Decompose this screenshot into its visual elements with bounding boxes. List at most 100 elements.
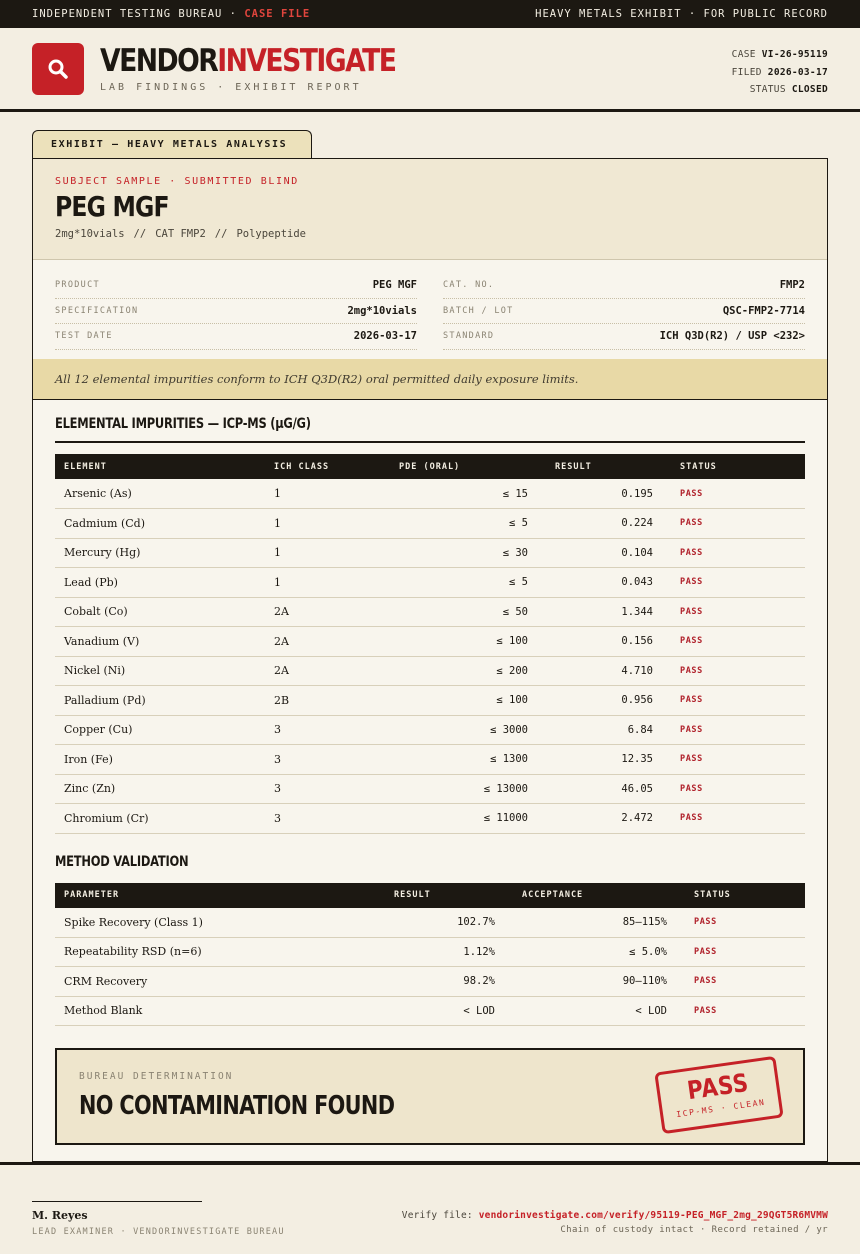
ich-class-cell: 1	[265, 538, 390, 568]
field-value: ICH Q3D(R2) / USP <232>	[659, 330, 805, 343]
ich-class-cell: 1	[265, 567, 390, 598]
status-badge: PASS	[685, 907, 805, 938]
top-bar: INDEPENDENT TESTING BUREAU · CASE FILE H…	[0, 0, 860, 28]
parameter-cell: Spike Recovery (Class 1)	[55, 907, 385, 938]
pde-cell: ≤ 50	[390, 597, 546, 627]
examiner-role: LEAD EXAMINER · VENDORINVESTIGATE BUREAU	[32, 1227, 285, 1237]
col-acceptance: ACCEPTANCE	[522, 890, 584, 900]
result-cell: 98.2%	[385, 966, 513, 997]
table-row: Zinc (Zn) 3 ≤ 13000 46.05 PASS	[55, 774, 805, 804]
validation-table: PARAMETER RESULT ACCEPTANCE STATUS Spike…	[55, 882, 805, 1027]
field-row: SPECIFICATION 2mg*10vials	[55, 299, 417, 324]
status-badge: PASS	[685, 966, 805, 997]
result-cell: 0.156	[546, 626, 671, 657]
col-val-status: STATUS	[694, 890, 731, 900]
result-cell: 6.84	[546, 715, 671, 745]
table-row: Cobalt (Co) 2A ≤ 50 1.344 PASS	[55, 597, 805, 627]
result-cell: 0.224	[546, 508, 671, 539]
field-value: 2mg*10vials	[347, 304, 417, 317]
exhibit-tab: EXHIBIT — HEAVY METALS ANALYSIS	[32, 130, 312, 158]
parameter-cell: CRM Recovery	[55, 966, 385, 997]
acceptance-cell: 90–110%	[513, 966, 685, 997]
table-row: Chromium (Cr) 3 ≤ 11000 2.472 PASS	[55, 803, 805, 834]
table-row: Nickel (Ni) 2A ≤ 200 4.710 PASS	[55, 656, 805, 686]
col-result: RESULT	[555, 461, 592, 472]
status-badge: PASS	[671, 538, 805, 568]
element-cell: Iron (Fe)	[55, 744, 265, 775]
subject-meta: 2mg*10vials//CAT FMP2//Polypeptide	[55, 228, 306, 240]
impurities-table: ELEMENT ICH CLASS PDE (ORAL) RESULT STAT…	[55, 454, 805, 834]
bureau-label: INDEPENDENT TESTING BUREAU · CASE FILE	[32, 8, 311, 20]
ich-class-cell: 2A	[265, 656, 390, 686]
element-cell: Zinc (Zn)	[55, 774, 265, 804]
table-row: Cadmium (Cd) 1 ≤ 5 0.224 PASS	[55, 508, 805, 539]
field-label: STANDARD	[443, 331, 495, 342]
exhibit-public-label: HEAVY METALS EXHIBIT · FOR PUBLIC RECORD	[535, 8, 828, 20]
magnifier-logo-icon	[32, 42, 84, 95]
field-row: PRODUCT PEG MGF	[55, 273, 417, 299]
ich-class-cell: 2A	[265, 597, 390, 627]
field-label: CAT. NO.	[443, 280, 495, 291]
element-cell: Chromium (Cr)	[55, 803, 265, 834]
brand-subtitle: LAB FINDINGS · EXHIBIT REPORT	[100, 82, 362, 93]
result-cell: 0.043	[546, 567, 671, 598]
status-badge: PASS	[671, 656, 805, 686]
ich-class-cell: 3	[265, 715, 390, 745]
field-row: TEST DATE 2026-03-17	[55, 324, 417, 350]
result-cell: 46.05	[546, 774, 671, 804]
pde-cell: ≤ 5	[390, 567, 546, 598]
determination-box: BUREAU DETERMINATION NO CONTAMINATION FO…	[55, 1048, 805, 1145]
table-row: Palladium (Pd) 2B ≤ 100 0.956 PASS	[55, 685, 805, 716]
case-number: VI-26-95119	[761, 49, 828, 60]
table-row: Lead (Pb) 1 ≤ 5 0.043 PASS	[55, 567, 805, 598]
element-cell: Palladium (Pd)	[55, 685, 265, 716]
element-cell: Cobalt (Co)	[55, 597, 265, 627]
field-value: FMP2	[779, 279, 805, 292]
element-cell: Nickel (Ni)	[55, 656, 265, 686]
field-row: CAT. NO. FMP2	[443, 273, 805, 299]
parameter-cell: Repeatability RSD (n=6)	[55, 937, 385, 967]
ich-class-cell: 3	[265, 774, 390, 804]
determination-kicker: BUREAU DETERMINATION	[79, 1071, 234, 1082]
status-badge: PASS	[671, 803, 805, 834]
result-cell: 4.710	[546, 656, 671, 686]
element-cell: Arsenic (As)	[55, 479, 265, 509]
pde-cell: ≤ 100	[390, 685, 546, 716]
result-cell: < LOD	[385, 996, 513, 1026]
field-label: PRODUCT	[55, 280, 100, 291]
field-label: BATCH / LOT	[443, 305, 514, 316]
pde-cell: ≤ 100	[390, 626, 546, 657]
verify-line: Verify file: vendorinvestigate.com/verif…	[401, 1210, 828, 1221]
element-cell: Vanadium (V)	[55, 626, 265, 657]
table-row: Copper (Cu) 3 ≤ 3000 6.84 PASS	[55, 715, 805, 745]
table-row: Repeatability RSD (n=6) 1.12% ≤ 5.0% PASS	[55, 937, 805, 967]
element-cell: Copper (Cu)	[55, 715, 265, 745]
status-badge: PASS	[671, 567, 805, 598]
status-badge: PASS	[671, 715, 805, 745]
col-ich-class: ICH CLASS	[274, 461, 330, 472]
col-val-result: RESULT	[394, 890, 431, 900]
status-badge: PASS	[671, 626, 805, 657]
table-row: Vanadium (V) 2A ≤ 100 0.156 PASS	[55, 626, 805, 657]
acceptance-cell: ≤ 5.0%	[513, 937, 685, 967]
field-row: BATCH / LOT QSC-FMP2-7714	[443, 299, 805, 324]
determination-title: NO CONTAMINATION FOUND	[79, 1091, 395, 1121]
parameter-cell: Method Blank	[55, 996, 385, 1026]
sample-fields: PRODUCT PEG MGF SPECIFICATION 2mg*10vials TE…	[33, 260, 827, 359]
status-badge: PASS	[671, 685, 805, 716]
verify-link[interactable]: vendorinvestigate.com/verify/95119-PEG_M…	[479, 1210, 828, 1221]
col-status: STATUS	[680, 461, 717, 472]
header: VENDORINVESTIGATE LAB FINDINGS · EXHIBIT…	[0, 28, 860, 112]
table-row: Arsenic (As) 1 ≤ 15 0.195 PASS	[55, 479, 805, 509]
subject-panel: SUBJECT SAMPLE · SUBMITTED BLIND PEG MGF…	[33, 159, 827, 260]
field-row: STANDARD ICH Q3D(R2) / USP <232>	[443, 324, 805, 350]
table-row: Spike Recovery (Class 1) 102.7% 85–115% PAS…	[55, 907, 805, 938]
status-badge: PASS	[685, 996, 805, 1026]
result-cell: 1.12%	[385, 937, 513, 967]
pde-cell: ≤ 1300	[390, 744, 546, 775]
examiner-name: M. Reyes	[32, 1209, 88, 1222]
field-label: SPECIFICATION	[55, 305, 139, 316]
brand-name: VENDORINVESTIGATE	[100, 43, 397, 79]
field-value: PEG MGF	[372, 279, 417, 292]
acceptance-cell: < LOD	[513, 996, 685, 1026]
